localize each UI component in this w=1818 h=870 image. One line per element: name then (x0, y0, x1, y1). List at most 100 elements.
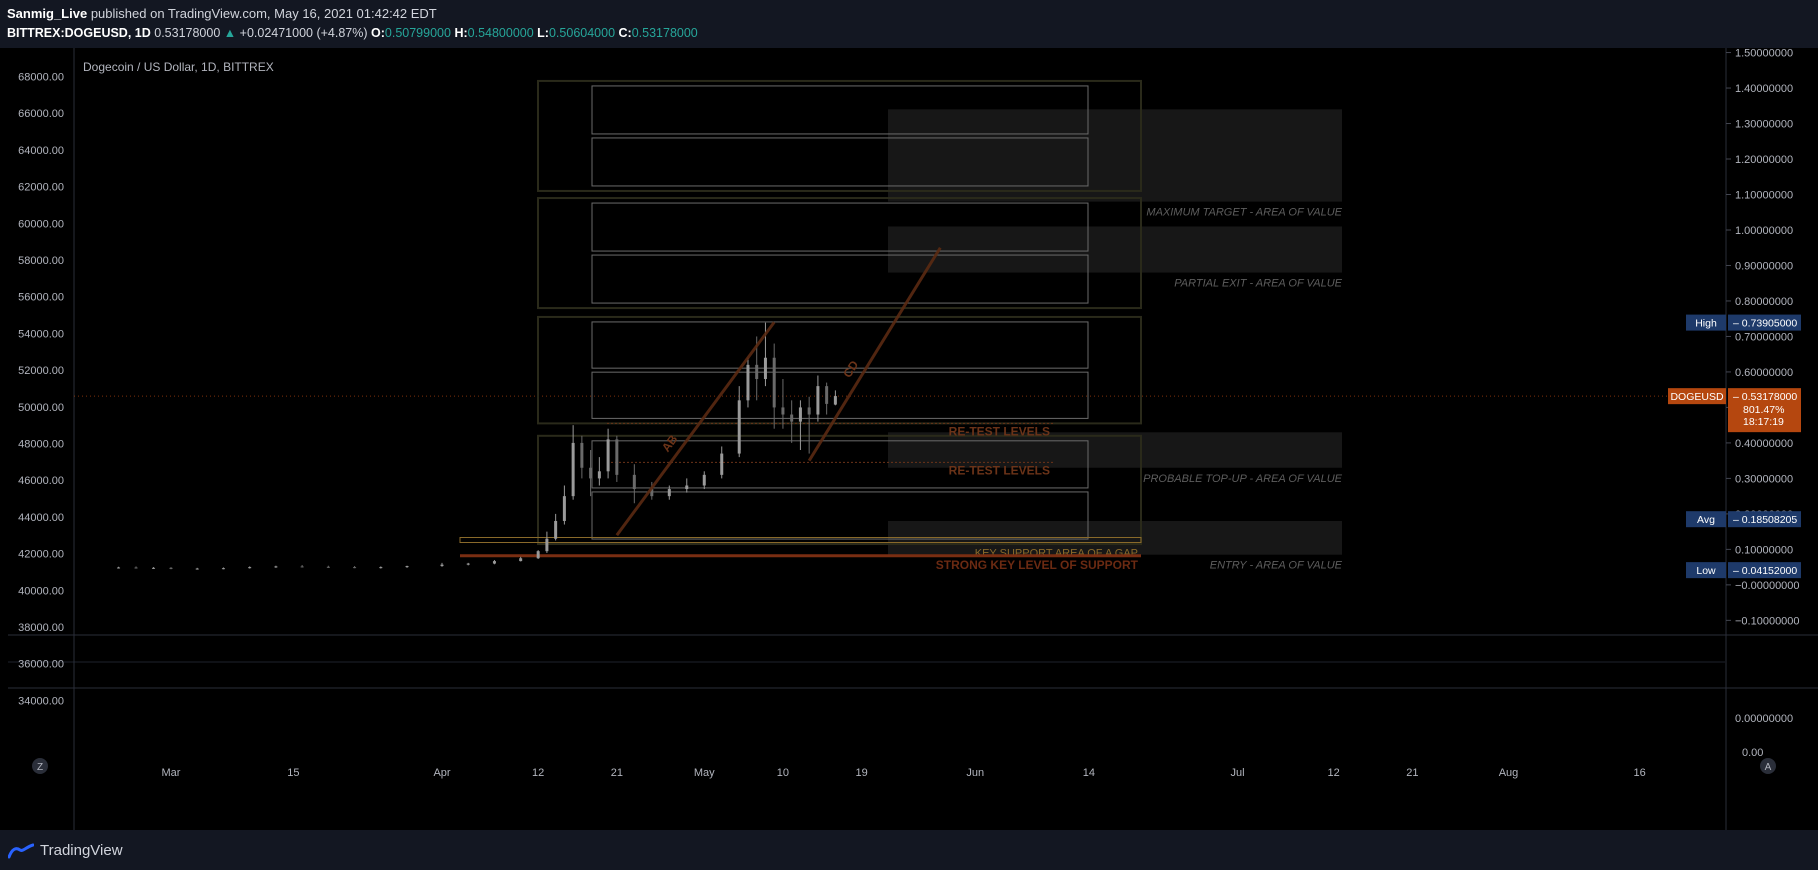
candle-body (615, 439, 619, 475)
trend-label: CD (840, 358, 861, 380)
right-axis-label: 0.40000000 (1735, 438, 1793, 450)
candle-body (169, 567, 173, 569)
symbol-name[interactable]: BITTREX:DOGEUSD, 1D (7, 26, 151, 40)
right-axis-label: 1.40000000 (1735, 83, 1793, 95)
author-name[interactable]: Sanmig_Live (7, 6, 87, 21)
value-zone (888, 226, 1342, 273)
outer-box (537, 315, 1142, 425)
x-axis-label: 12 (1328, 767, 1340, 779)
candle-body (221, 568, 225, 570)
lower-pane-label: 0.00 (1742, 747, 1763, 759)
right-axis-label: 1.50000000 (1735, 48, 1793, 60)
left-axis-label: 44000.00 (18, 512, 64, 524)
candle-body (798, 407, 802, 422)
candle-body (833, 396, 837, 405)
candle-body (492, 561, 496, 564)
candle-body (597, 471, 601, 479)
price-tag-extra: 18:17:19 (1743, 416, 1784, 428)
candle-body (405, 566, 409, 568)
zone-label: ENTRY - AREA OF VALUE (1210, 560, 1343, 572)
candle-body (606, 439, 610, 472)
right-axis-label: −0.10000000 (1735, 615, 1800, 627)
x-axis-label: 10 (777, 767, 789, 779)
zone-label: PROBABLE TOP-UP - AREA OF VALUE (1143, 473, 1343, 485)
retest-label: RE-TEST LEVELS (949, 463, 1050, 477)
chart-footer: TradingView (0, 830, 1818, 870)
x-axis-label: 14 (1083, 767, 1095, 779)
candle-body (248, 567, 252, 569)
low-label: L: (537, 26, 549, 40)
left-axis-label: 38000.00 (18, 622, 64, 634)
candle-body (353, 567, 357, 569)
zones-layer: MAXIMUM TARGET - AREA OF VALUE PARTIAL EX… (888, 109, 1343, 572)
price-tag-label: Low (1696, 565, 1716, 577)
value-zone (888, 109, 1342, 202)
brand-text: TradingView (40, 842, 123, 859)
candle-body (440, 564, 444, 567)
close-value: 0.53178000 (631, 26, 698, 40)
candle-body (746, 364, 750, 401)
x-axis-label: 21 (1406, 767, 1418, 779)
candle-body (379, 567, 383, 569)
candles-layer (117, 322, 837, 570)
x-axis-label: Jul (1230, 767, 1244, 779)
price-tag-extra: 801.47% (1743, 404, 1784, 416)
candle-body (466, 563, 470, 565)
candle-body (536, 551, 540, 559)
right-axis-label: 1.30000000 (1735, 119, 1793, 131)
left-axis-label: 58000.00 (18, 255, 64, 267)
candle-body (763, 357, 767, 380)
candle-body (554, 520, 558, 539)
left-axis-label: 54000.00 (18, 328, 64, 340)
left-axis-label: 66000.00 (18, 108, 64, 120)
inner-box (591, 321, 1089, 369)
candle-body (274, 566, 278, 568)
candle-body (772, 357, 776, 408)
left-axis-label: 64000.00 (18, 145, 64, 157)
publish-line: Sanmig_Live published on TradingView.com… (7, 6, 437, 21)
tradingview-brand[interactable]: TradingView (8, 842, 123, 859)
candle-body (562, 496, 566, 521)
price-tag-value: – 0.18508205 (1733, 514, 1797, 526)
tradingview-logo-icon (8, 843, 34, 858)
candle-body (737, 400, 741, 454)
candle-body (589, 467, 593, 479)
retest-label: RE-TEST LEVELS (949, 424, 1050, 438)
candle-body (632, 474, 636, 490)
left-axis-label: 60000.00 (18, 218, 64, 230)
chart-area[interactable]: MAXIMUM TARGET - AREA OF VALUE PARTIAL EX… (0, 48, 1818, 830)
candle-body (519, 558, 523, 562)
publish-text: published on TradingView.com, May 16, 20… (90, 6, 437, 21)
left-axis-label: 46000.00 (18, 475, 64, 487)
price-tag-value: – 0.04152000 (1733, 565, 1797, 577)
strong-support-label: STRONG KEY LEVEL OF SUPPORT (936, 558, 1139, 572)
zone-label: MAXIMUM TARGET - AREA OF VALUE (1146, 207, 1342, 219)
left-axis-label: 56000.00 (18, 292, 64, 304)
x-axis-label: Jun (966, 767, 984, 779)
left-axis-label: 48000.00 (18, 439, 64, 451)
x-axis-label: Aug (1499, 767, 1519, 779)
candle-body (195, 568, 199, 570)
open-value: 0.50799000 (384, 26, 451, 40)
left-axis-label: 68000.00 (18, 72, 64, 84)
candle-body (300, 566, 304, 568)
left-axis-label: 40000.00 (18, 585, 64, 597)
candle-body (152, 567, 156, 569)
price-chart[interactable]: MAXIMUM TARGET - AREA OF VALUE PARTIAL EX… (0, 48, 1818, 830)
candle-body (667, 489, 671, 497)
last-price: 0.53178000 (154, 26, 221, 40)
left-axis-label: 62000.00 (18, 182, 64, 194)
high-value: 0.54800000 (467, 26, 534, 40)
left-axis-label: 52000.00 (18, 365, 64, 377)
right-axis-label: 0.30000000 (1735, 473, 1793, 485)
a-button-label: A (1765, 762, 1772, 773)
candle-body (702, 474, 706, 486)
x-axis-label: 21 (611, 767, 623, 779)
right-axis-label: 1.20000000 (1735, 154, 1793, 166)
price-tag-label: DOGEUSD (1670, 391, 1724, 403)
candle-body (571, 442, 575, 497)
candle-body (807, 407, 811, 415)
z-button-label: Z (37, 762, 43, 773)
trend-line (615, 321, 776, 537)
candle-body (825, 386, 829, 404)
